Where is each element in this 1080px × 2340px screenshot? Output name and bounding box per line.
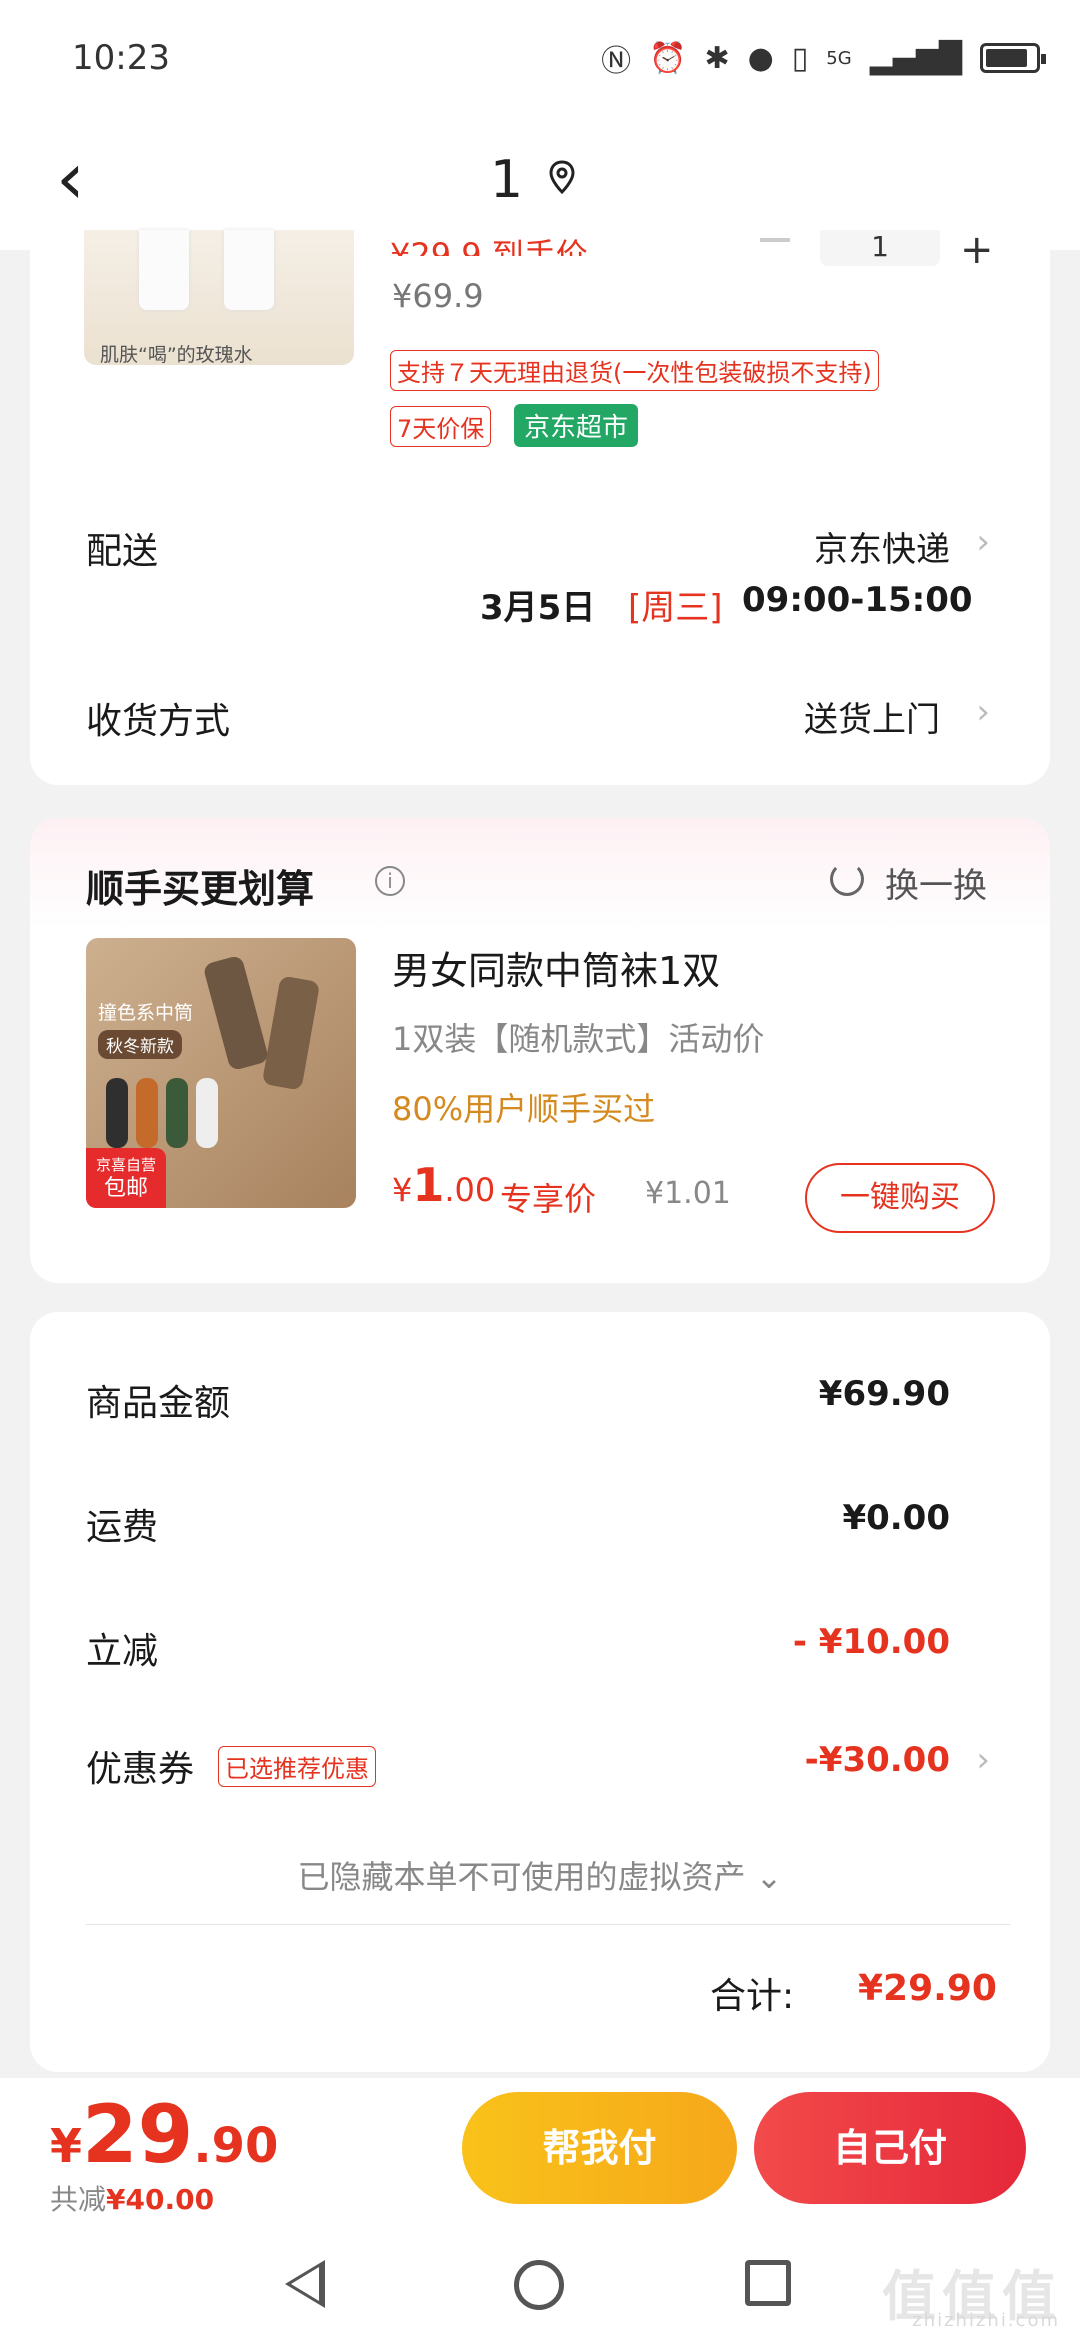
chevron-right-icon[interactable]: › — [976, 1740, 990, 1780]
page-title: 1 — [490, 150, 524, 210]
pay-dec: .90 — [193, 2118, 279, 2174]
receive-method-value[interactable]: 送货上门 — [804, 692, 940, 741]
receive-method-label: 收货方式 — [86, 701, 231, 742]
system-back-icon-inner — [291, 2267, 319, 2301]
status-bar: 10:23 Ⓝ ⏰ ✱ ● ▯ 5G ▂▄▆█ — [0, 0, 1080, 120]
help-pay-button[interactable]: 帮我付 — [462, 2092, 737, 2204]
exclusive-price-label: 专享价 — [500, 1180, 597, 1218]
pay-yen: ¥ — [50, 2119, 83, 2173]
divider — [86, 1924, 1010, 1925]
addon-card: 顺手买更划算 i 换一换 撞色系中筒 秋冬新款 京喜自营 包邮 男女同款中筒袜1… — [30, 818, 1050, 1283]
one-click-buy-button[interactable]: 一键购买 — [805, 1163, 995, 1233]
coupon-selected-tag: 已选推荐优惠 — [218, 1746, 376, 1787]
addon-product-desc: 1双装【随机款式】活动价 — [392, 1020, 765, 1058]
addon-product-title[interactable]: 男女同款中筒袜1双 — [392, 940, 720, 995]
watermark-url: zhizhizhi.com — [912, 2310, 1060, 2331]
store-tag: 京东超市 — [514, 404, 639, 447]
total-saved: 共减¥40.00 — [50, 2178, 214, 2218]
addon-title: 顺手买更划算 — [86, 867, 315, 911]
sock-shape — [106, 1078, 128, 1148]
delivery-time-window: 09:00-15:00 — [742, 580, 973, 620]
product-card: 肌肤“喝”的玫瑰水 ¥29.9 到手价 ¥69.9 1 + 支持７天无理由退货(… — [30, 230, 1050, 785]
bottle-image — [139, 230, 189, 310]
delivery-date: 3月5日 — [480, 588, 596, 628]
socks-image-subtext: 秋冬新款 — [98, 1030, 182, 1059]
saved-label: 共减 — [50, 2183, 107, 2216]
total-label: 合计: — [710, 1976, 795, 2017]
saved-value: ¥40.00 — [106, 2183, 215, 2216]
delivery-label: 配送 — [86, 531, 159, 572]
instant-discount-value: - ¥10.00 — [792, 1622, 950, 1662]
battery-icon — [980, 43, 1046, 73]
socks-free-shipping-badge: 京喜自营 包邮 — [86, 1148, 166, 1208]
socks-badge-line1: 京喜自营 — [95, 1156, 156, 1174]
addon-product-hint: 80%用户顺手买过 — [392, 1090, 656, 1128]
status-time: 10:23 — [72, 38, 170, 78]
quantity-minus-button[interactable] — [760, 238, 790, 242]
system-home-icon[interactable] — [514, 2260, 564, 2310]
addon-product-price: ¥1.00 — [392, 1158, 495, 1212]
price-yen: ¥ — [392, 1171, 413, 1209]
total-value: ¥29.90 — [858, 1968, 997, 2009]
sock-shape — [136, 1078, 158, 1148]
refresh-icon[interactable] — [830, 862, 864, 896]
checkout-bar: ¥29.90 共减¥40.00 帮我付 自己付 — [0, 2078, 1080, 2228]
product-image-caption: 肌肤“喝”的玫瑰水 — [100, 344, 253, 366]
socks-image[interactable]: 撞色系中筒 秋冬新款 京喜自营 包邮 — [86, 938, 356, 1208]
shipping-value: ¥0.00 — [842, 1498, 950, 1538]
status-icons: Ⓝ ⏰ ✱ ● ▯ 5G ▂▄▆█ — [601, 36, 1046, 80]
alarm-icon: ⏰ — [649, 40, 687, 76]
location-pin-icon[interactable] — [548, 160, 576, 194]
bottle-image — [224, 230, 274, 310]
coupon-label: 优惠券 — [86, 1749, 195, 1790]
nfc-icon: Ⓝ — [601, 44, 632, 79]
return-policy-tag: 支持７天无理由退货(一次性包装破损不支持) — [390, 350, 879, 391]
network-label: 5G — [826, 47, 852, 69]
addon-reference-price: ¥1.01 — [645, 1176, 731, 1211]
product-original-price: ¥69.9 — [392, 277, 484, 315]
system-recents-icon[interactable] — [745, 2260, 791, 2306]
socks-badge-line2: 包邮 — [103, 1176, 148, 1201]
quantity-input[interactable]: 1 — [820, 230, 940, 266]
chevron-right-icon[interactable]: › — [976, 522, 990, 562]
price-dec: .00 — [444, 1171, 496, 1209]
payable-amount: ¥29.90 — [50, 2088, 278, 2181]
goods-amount-label: 商品金额 — [86, 1383, 231, 1424]
location-icon: ● — [747, 40, 774, 76]
instant-discount-label: 立减 — [86, 1631, 159, 1672]
sock-shape — [166, 1078, 188, 1148]
back-icon[interactable]: ‹ — [56, 142, 85, 214]
price-summary-card: 商品金额 ¥69.90 运费 ¥0.00 立减 - ¥10.00 优惠券 已选推… — [30, 1312, 1050, 2072]
socks-image-text: 撞色系中筒 — [98, 1002, 194, 1024]
quantity-plus-button[interactable]: + — [960, 230, 994, 270]
sock-shape — [196, 1078, 218, 1148]
self-pay-button[interactable]: 自己付 — [754, 2092, 1026, 2204]
signal-icon: ▂▄▆█ — [869, 40, 962, 76]
price-protect-tag: 7天价保 — [390, 406, 492, 447]
hidden-assets-toggle[interactable]: 已隐藏本单不可使用的虚拟资产 ⌄ — [30, 1852, 1050, 1898]
price-int: 1 — [412, 1158, 445, 1212]
sock-shape — [202, 954, 270, 1072]
pay-int: 29 — [82, 2088, 194, 2181]
delivery-weekday: [周三] — [628, 588, 723, 628]
sock-shape — [261, 975, 321, 1091]
vibrate-icon: ▯ — [791, 40, 809, 76]
info-icon[interactable]: i — [375, 866, 405, 896]
chevron-right-icon[interactable]: › — [976, 692, 990, 732]
refresh-button[interactable]: 换一换 — [885, 858, 987, 907]
delivery-carrier[interactable]: 京东快递 — [814, 522, 950, 571]
shipping-label: 运费 — [86, 1507, 159, 1548]
goods-amount-value: ¥69.90 — [818, 1374, 950, 1414]
bluetooth-icon: ✱ — [704, 40, 730, 76]
product-final-price: ¥29.9 到手价 — [390, 236, 588, 256]
coupon-value[interactable]: -¥30.00 — [805, 1740, 950, 1780]
